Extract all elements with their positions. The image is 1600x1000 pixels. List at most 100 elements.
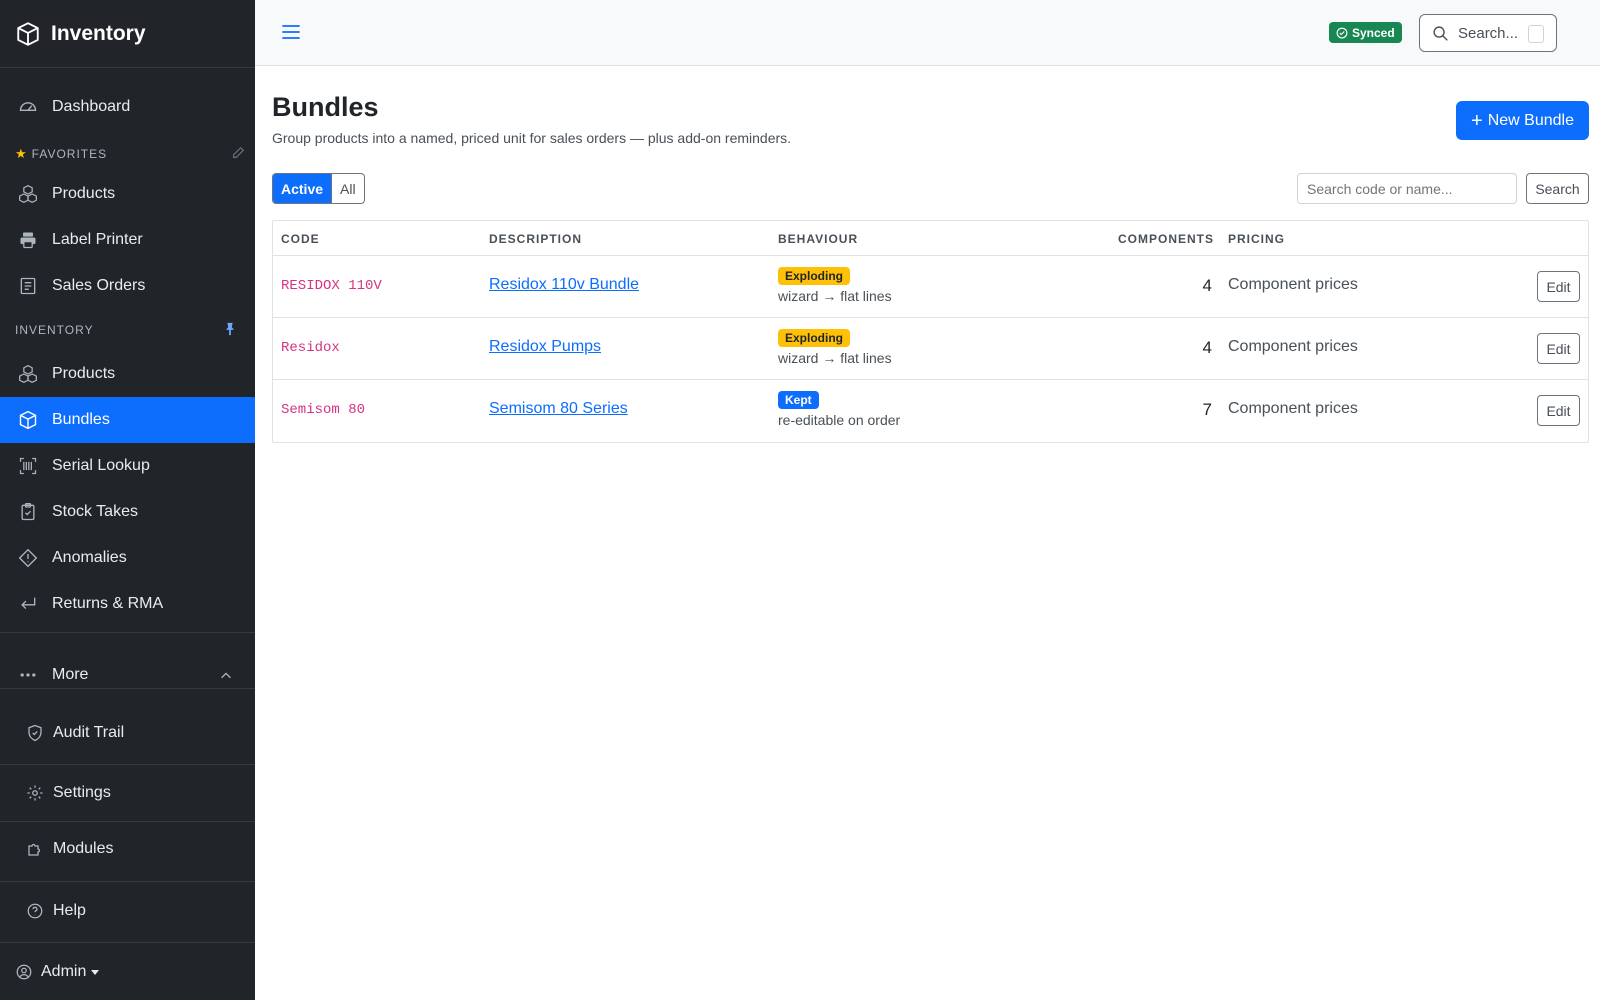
pricing-mode: Component prices: [1228, 338, 1358, 355]
sidebar-item-label: Settings: [53, 784, 111, 801]
sidebar-item-label: Sales Orders: [52, 277, 146, 294]
column-header-components[interactable]: COMPONENTS: [1118, 232, 1214, 246]
sidebar-item-favorite-products[interactable]: Products: [0, 171, 255, 217]
bundle-description-link[interactable]: Residox Pumps: [489, 338, 601, 356]
shield-check-icon: [28, 724, 42, 742]
page-subtitle: Group products into a named, priced unit…: [272, 130, 792, 146]
new-bundle-button[interactable]: + New Bundle: [1456, 101, 1589, 140]
divider: [0, 821, 255, 822]
sidebar-item-products[interactable]: Products: [0, 351, 255, 397]
sidebar-item-settings[interactable]: Settings: [0, 770, 255, 816]
barcode-icon: [19, 457, 37, 475]
check-circle-icon: [1336, 27, 1348, 38]
inventory-label: INVENTORY: [15, 323, 94, 337]
user-menu[interactable]: Admin: [0, 949, 255, 995]
chevron-up-icon[interactable]: [219, 669, 233, 683]
speedometer-icon: [19, 102, 37, 112]
behaviour-note: wizard → flat lines: [778, 288, 892, 304]
sidebar-item-label: Returns & RMA: [52, 595, 164, 612]
page-title: Bundles: [272, 92, 379, 122]
gear-icon: [27, 785, 43, 801]
table-header: CODE DESCRIPTION BEHAVIOUR COMPONENTS PR…: [273, 221, 1588, 256]
column-header-description[interactable]: DESCRIPTION: [489, 232, 582, 246]
keyboard-shortcut-hint: [1528, 25, 1544, 43]
behaviour-badge: Exploding: [778, 329, 850, 347]
return-arrow-icon: [21, 597, 36, 609]
plus-icon: +: [1471, 109, 1483, 132]
table-row: RESIDOX 110V Residox 110v Bundle Explodi…: [273, 256, 1588, 318]
sidebar-item-dashboard[interactable]: Dashboard: [0, 84, 255, 130]
box-icon: [17, 21, 39, 46]
sidebar-item-audit-trail[interactable]: Audit Trail: [0, 710, 255, 756]
bundles-table: CODE DESCRIPTION BEHAVIOUR COMPONENTS PR…: [272, 220, 1589, 443]
sidebar-item-label: Serial Lookup: [52, 457, 150, 474]
topbar: Synced Search...: [255, 0, 1600, 66]
puzzle-icon: [28, 843, 41, 856]
sidebar-item-label: Audit Trail: [53, 724, 125, 741]
sidebar-item-label: Anomalies: [52, 549, 127, 566]
sync-status-badge: Synced: [1329, 22, 1402, 43]
receipt-icon: [20, 277, 36, 295]
sidebar-item-sales-orders[interactable]: Sales Orders: [0, 263, 255, 309]
clipboard-check-icon: [21, 503, 35, 521]
sidebar-item-serial-lookup[interactable]: Serial Lookup: [0, 443, 255, 489]
filter-active[interactable]: Active: [273, 174, 332, 203]
bundle-code: Semisom 80: [281, 402, 366, 418]
behaviour-cell: Exploding wizard → flat lines: [778, 329, 892, 366]
box-icon: [19, 410, 37, 430]
edit-button[interactable]: Edit: [1537, 395, 1580, 426]
sidebar: Inventory Dashboard ★ FAVORITES Products…: [0, 0, 255, 1000]
sidebar-item-modules[interactable]: Modules: [0, 826, 255, 872]
bundle-code: Residox: [281, 340, 340, 356]
component-count: 4: [1202, 276, 1212, 295]
search-button[interactable]: Search: [1526, 173, 1589, 204]
sync-status-label: Synced: [1352, 25, 1395, 40]
help-circle-icon: [27, 903, 43, 919]
sidebar-item-returns[interactable]: Returns & RMA: [0, 581, 255, 627]
bundle-description-link[interactable]: Residox 110v Bundle: [489, 276, 639, 294]
edit-button[interactable]: Edit: [1537, 333, 1580, 364]
pencil-icon[interactable]: [231, 146, 245, 160]
hamburger-menu-icon[interactable]: [279, 20, 303, 44]
pin-icon[interactable]: [223, 322, 237, 336]
column-header-behaviour[interactable]: BEHAVIOUR: [778, 232, 858, 246]
behaviour-cell: Exploding wizard → flat lines: [778, 267, 892, 304]
column-header-code[interactable]: CODE: [281, 232, 320, 246]
sidebar-item-help[interactable]: Help: [0, 888, 255, 934]
bundle-code: RESIDOX 110V: [281, 278, 382, 294]
caret-down-icon: [91, 969, 100, 975]
sidebar-item-label: Stock Takes: [52, 503, 138, 520]
global-search-button[interactable]: Search...: [1419, 14, 1557, 52]
sidebar-item-label-printer[interactable]: Label Printer: [0, 217, 255, 263]
sidebar-item-more[interactable]: More: [0, 652, 255, 698]
star-icon: ★: [15, 146, 28, 161]
column-header-pricing[interactable]: PRICING: [1228, 232, 1285, 246]
global-search-placeholder: Search...: [1458, 24, 1519, 42]
sidebar-item-label: Modules: [53, 840, 114, 857]
behaviour-note: wizard → flat lines: [778, 350, 892, 366]
brand-title: Inventory: [51, 21, 146, 45]
bundle-search-input[interactable]: [1297, 173, 1517, 204]
boxes-icon: [19, 185, 37, 203]
behaviour-badge: Kept: [778, 391, 819, 409]
divider: [0, 881, 255, 882]
more-dots-icon: [20, 673, 36, 677]
component-count: 4: [1202, 338, 1212, 357]
filter-all[interactable]: All: [331, 174, 364, 203]
sidebar-item-stock-takes[interactable]: Stock Takes: [0, 489, 255, 535]
edit-button[interactable]: Edit: [1537, 271, 1580, 302]
divider: [0, 764, 255, 765]
pricing-mode: Component prices: [1228, 276, 1358, 293]
status-filter-toggle: Active All: [272, 173, 365, 204]
bundle-description-link[interactable]: Semisom 80 Series: [489, 400, 628, 418]
search-icon: [1433, 25, 1448, 41]
sidebar-item-anomalies[interactable]: Anomalies: [0, 535, 255, 581]
sidebar-item-label: Bundles: [52, 411, 110, 428]
brand[interactable]: Inventory: [0, 0, 255, 68]
sidebar-item-label: Products: [52, 185, 116, 202]
divider: [0, 688, 255, 689]
favorites-heading: ★ FAVORITES: [15, 146, 107, 162]
new-bundle-label: New Bundle: [1487, 111, 1574, 129]
sidebar-item-bundles[interactable]: Bundles: [0, 397, 255, 443]
user-circle-icon: [16, 964, 32, 980]
